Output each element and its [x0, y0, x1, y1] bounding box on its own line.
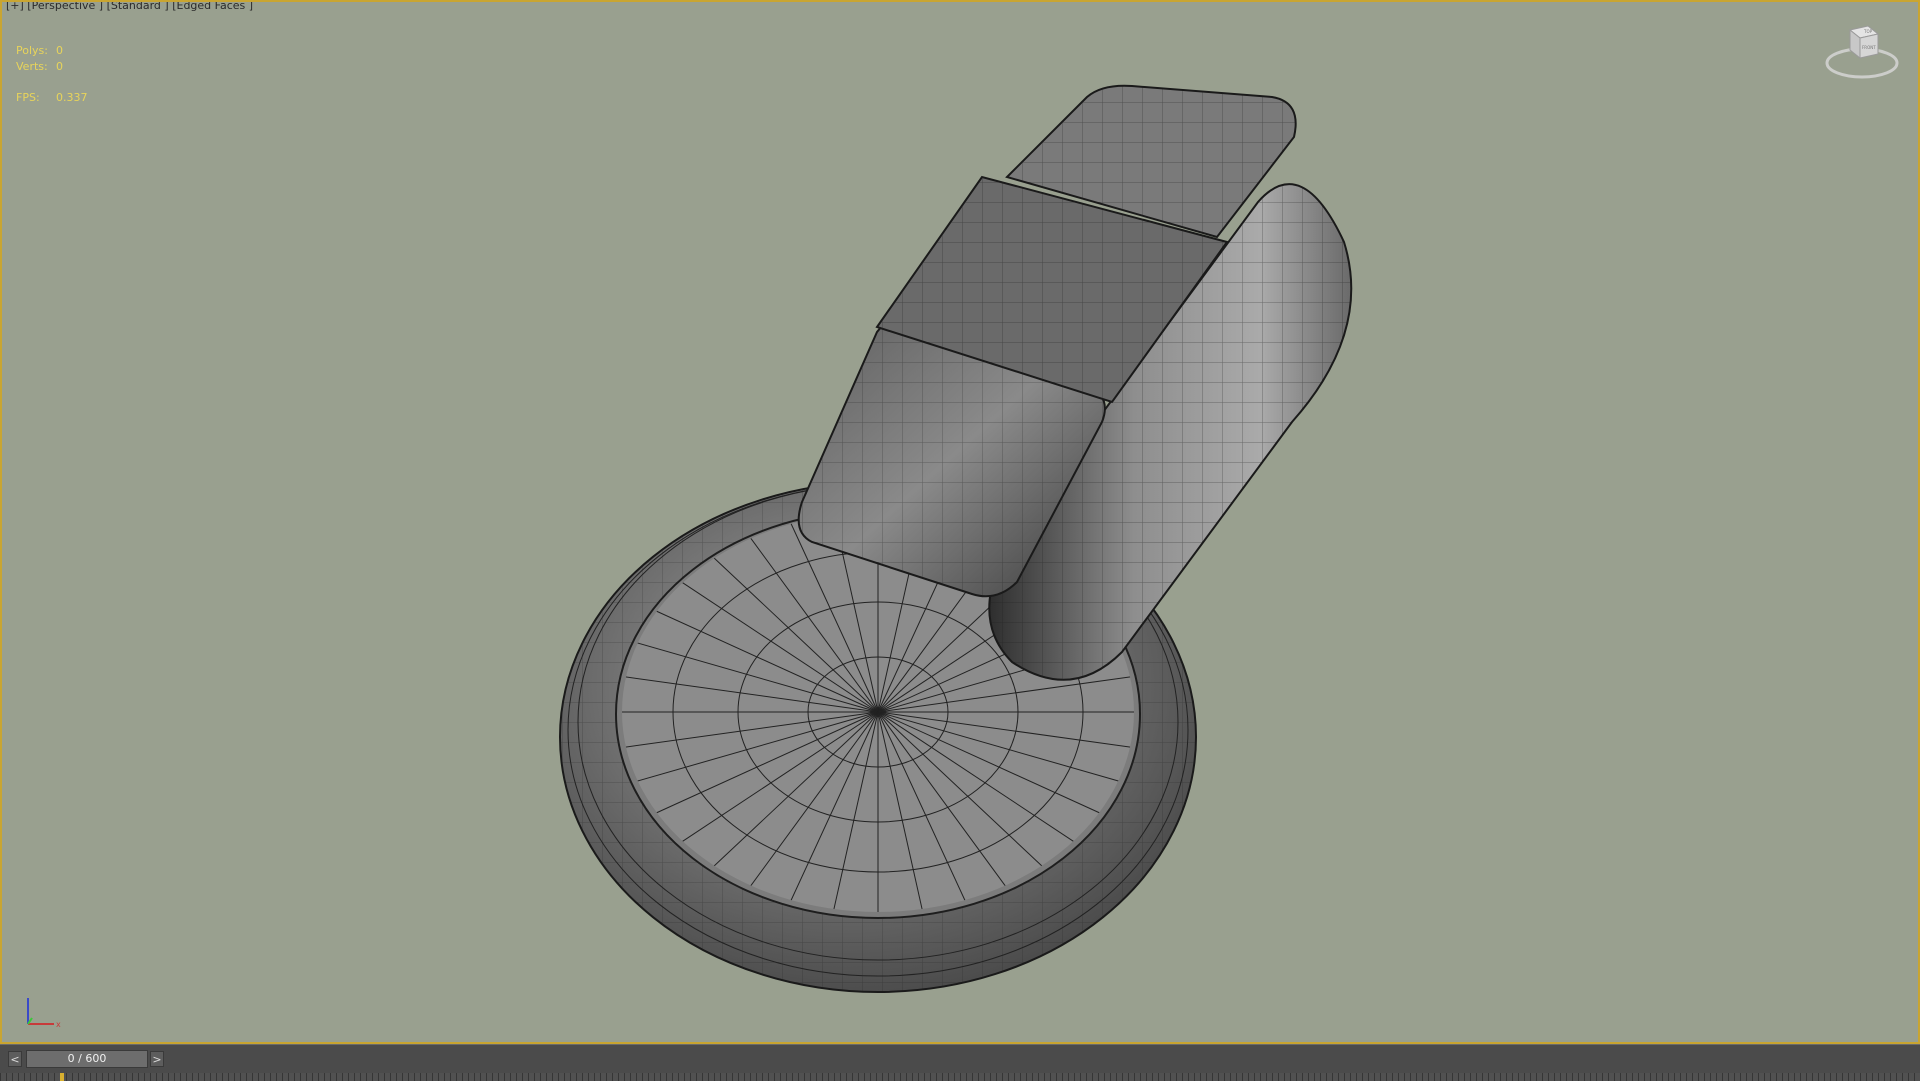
timeline-prev-button[interactable]: <	[8, 1051, 22, 1067]
3d-model-render[interactable]	[2, 2, 1920, 1044]
perspective-viewport[interactable]: [+] [Perspective ] [Standard ] [Edged Fa…	[0, 0, 1920, 1044]
timeline-bar: < 0 / 600 >	[0, 1044, 1920, 1081]
viewcube-top-label: TOP	[1863, 29, 1873, 34]
fps-stat: FPS: 0.337	[16, 91, 88, 104]
fps-label: FPS:	[16, 91, 40, 104]
axis-x-label: x	[56, 1020, 61, 1029]
verts-value: 0	[56, 60, 63, 73]
viewcube[interactable]: TOP FRONT	[1822, 18, 1902, 88]
verts-stat: Verts: 0	[16, 60, 63, 73]
polys-stat: Polys: 0	[16, 44, 63, 57]
polys-label: Polys:	[16, 44, 48, 57]
verts-label: Verts:	[16, 60, 48, 73]
axis-gizmo: x	[27, 998, 61, 1029]
fps-value: 0.337	[56, 91, 88, 104]
polys-value: 0	[56, 44, 63, 57]
timeline-next-button[interactable]: >	[150, 1051, 164, 1067]
viewport-label[interactable]: [+] [Perspective ] [Standard ] [Edged Fa…	[6, 2, 253, 12]
viewcube-front-label: FRONT	[1862, 45, 1876, 50]
time-slider[interactable]: 0 / 600	[26, 1050, 148, 1068]
